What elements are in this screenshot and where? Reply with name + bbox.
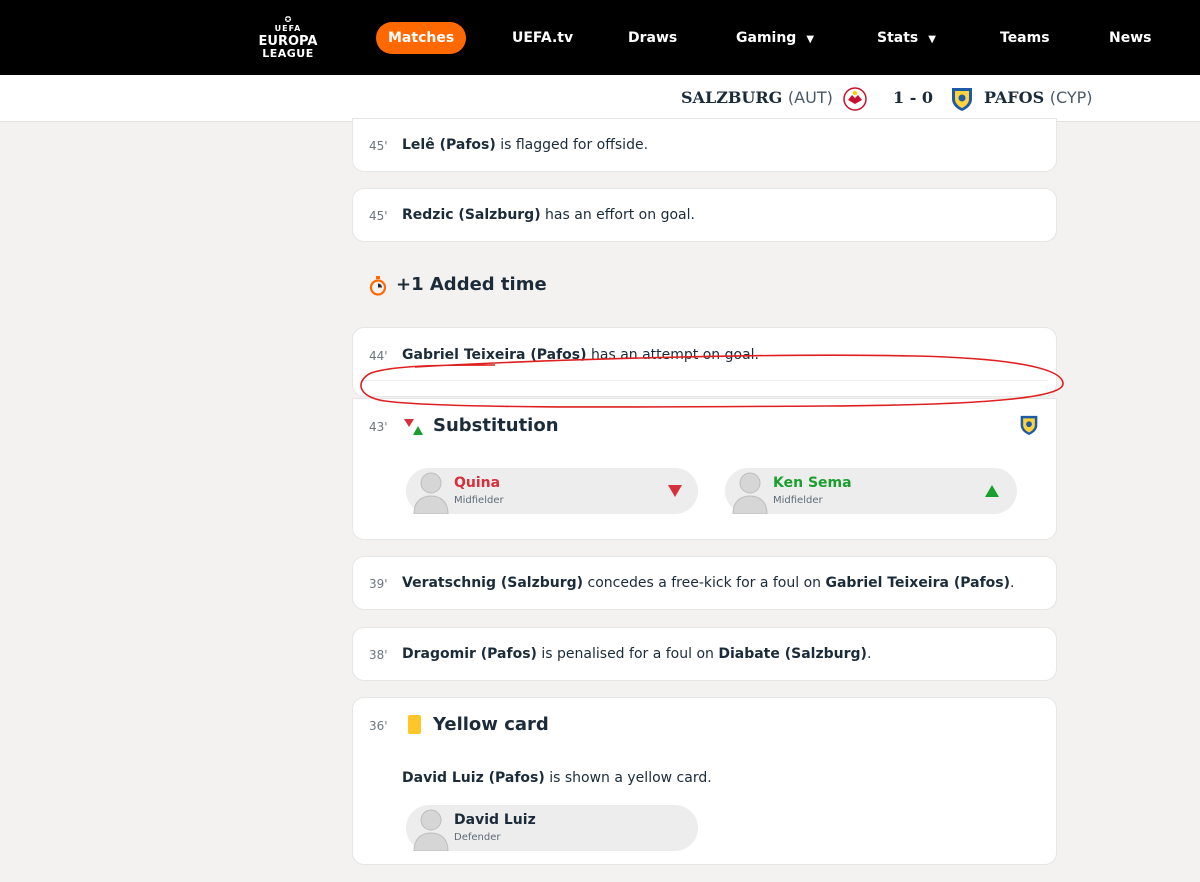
player-link[interactable]: Gabriel Teixeira (Pafos)	[825, 575, 1010, 591]
chevron-down-icon: ▼	[928, 34, 936, 45]
player-avatar-icon	[413, 472, 449, 514]
player-link[interactable]: Dragomir (Pafos)	[402, 646, 537, 662]
divider	[361, 380, 1048, 381]
player-in-pill[interactable]: Ken Sema Midfielder	[725, 468, 1017, 514]
event-card-attempt: 44' Gabriel Teixeira (Pafos) has an atte…	[352, 327, 1057, 397]
uefa-europa-league-logo[interactable]: ✪ UEFA EUROPA LEAGUE	[256, 16, 320, 60]
nav-stats[interactable]: Stats ▼	[877, 22, 936, 54]
nav-news[interactable]: News	[1109, 22, 1151, 54]
top-navigation: ✪ UEFA EUROPA LEAGUE Matches UEFA.tv Dra…	[0, 0, 1200, 75]
pafos-crest-icon	[952, 88, 972, 111]
player-avatar-icon	[732, 472, 768, 514]
player-link[interactable]: Veratschnig (Salzburg)	[402, 575, 583, 591]
nav-gaming[interactable]: Gaming ▼	[736, 22, 814, 54]
chevron-down-icon: ▼	[806, 34, 815, 45]
away-team[interactable]: PAFOS (CYP)	[984, 88, 1093, 107]
player-link[interactable]: Lelê (Pafos)	[402, 137, 496, 153]
match-score-bar: SALZBURG (AUT) 1 - 0 PAFOS (CYP)	[0, 75, 1200, 122]
player-avatar-icon	[413, 809, 449, 851]
nav-uefa-tv[interactable]: UEFA.tv	[512, 22, 573, 54]
score: 1 - 0	[893, 88, 934, 107]
event-card-yellow-card: 36' Yellow card David Luiz (Pafos) is sh…	[352, 697, 1057, 865]
event-card-substitution: 43' Substitution Quina Midfielder Ken Se…	[352, 398, 1057, 540]
arrow-up-icon	[985, 485, 999, 497]
home-team[interactable]: SALZBURG (AUT)	[681, 88, 833, 107]
player-link[interactable]: Gabriel Teixeira (Pafos)	[402, 347, 587, 363]
pafos-crest-icon	[1020, 415, 1038, 435]
event-card-foul: 38' Dragomir (Pafos) is penalised for a …	[352, 627, 1057, 681]
player-link[interactable]: Redzic (Salzburg)	[402, 207, 541, 223]
player-out-pill[interactable]: Quina Midfielder	[406, 468, 698, 514]
stopwatch-icon	[369, 276, 387, 296]
nav-draws[interactable]: Draws	[628, 22, 677, 54]
event-card-effort: 45' Redzic (Salzburg) has an effort on g…	[352, 188, 1057, 242]
nav-matches[interactable]: Matches	[376, 22, 467, 54]
star-icon: ✪	[284, 15, 292, 24]
salzburg-crest-icon	[843, 87, 867, 111]
nav-teams[interactable]: Teams	[1000, 22, 1050, 54]
player-link[interactable]: David Luiz (Pafos)	[402, 770, 545, 786]
yellow-card-icon	[408, 715, 421, 734]
event-card-offside: 45' Lelê (Pafos) is flagged for offside.	[352, 118, 1057, 172]
arrow-down-icon	[668, 485, 682, 497]
event-card-free-kick: 39' Veratschnig (Salzburg) concedes a fr…	[352, 556, 1057, 610]
player-pill[interactable]: David Luiz Defender	[406, 805, 698, 851]
substitution-arrows-icon	[404, 419, 423, 435]
player-link[interactable]: Diabate (Salzburg)	[718, 646, 867, 662]
